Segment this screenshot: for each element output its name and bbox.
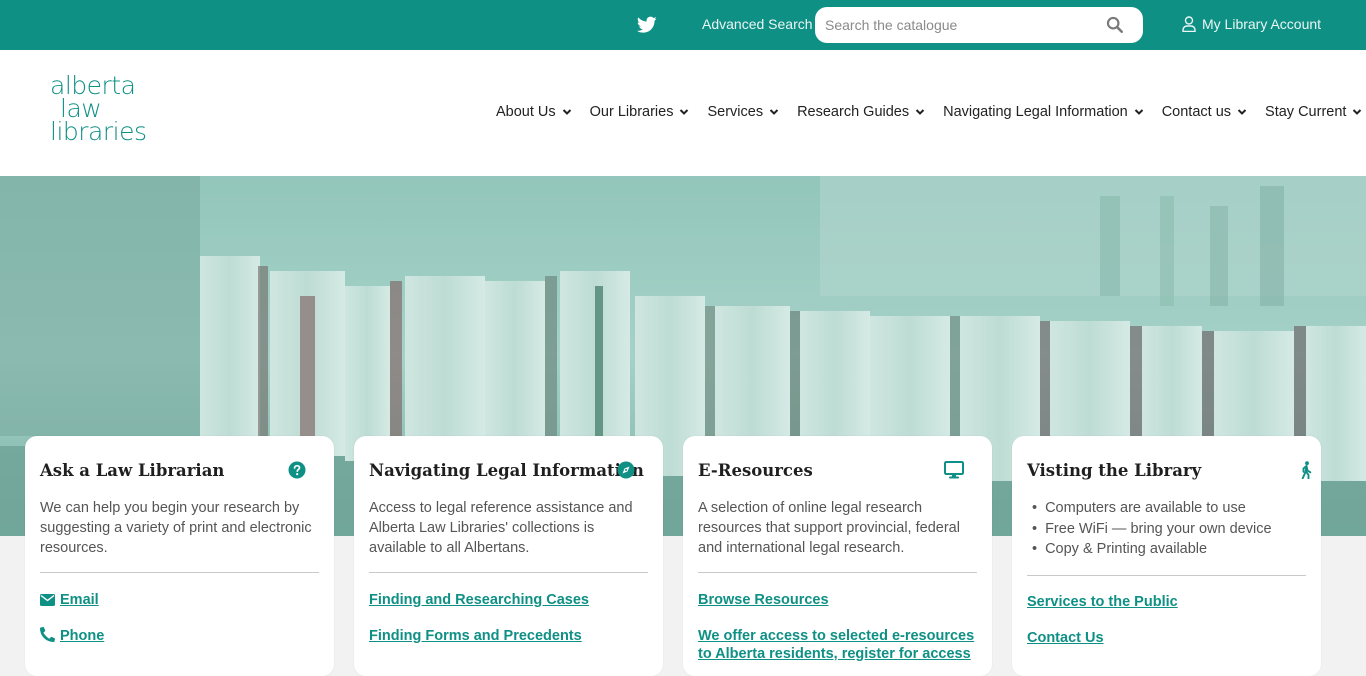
top-bar: Advanced Search My Library Account — [0, 0, 1366, 50]
contact-us-link[interactable]: Contact Us — [1027, 629, 1104, 647]
register-e-resources-link[interactable]: We offer access to selected e-resources … — [698, 627, 980, 663]
walking-person-icon — [1301, 461, 1312, 479]
card-navigating-legal-information: Navigating Legal Information Access to l… — [354, 436, 663, 676]
question-circle-icon — [288, 461, 306, 479]
nav-item-our-libraries[interactable]: Our Libraries — [590, 104, 690, 120]
nav-label: Stay Current — [1265, 104, 1347, 120]
compass-icon — [617, 461, 635, 479]
desktop-icon — [944, 461, 964, 479]
card-title: Ask a Law Librarian — [40, 461, 225, 480]
chevron-down-icon — [1353, 109, 1362, 115]
chevron-down-icon — [915, 109, 925, 115]
card-title: E-Resources — [698, 461, 813, 480]
nav-item-contact-us[interactable]: Contact us — [1162, 104, 1247, 120]
account-label: My Library Account — [1202, 16, 1322, 32]
site-header: alberta law libraries About Us Our Libra… — [0, 50, 1366, 176]
my-library-account-link[interactable]: My Library Account — [1182, 16, 1321, 32]
nav-label: About Us — [496, 104, 556, 120]
card-title: Navigating Legal Information — [369, 461, 644, 480]
catalogue-search-input[interactable] — [825, 15, 1095, 35]
link-label: Phone — [60, 628, 105, 644]
list-item: Free WiFi — bring your own device — [1032, 519, 1271, 540]
nav-label: Services — [707, 104, 764, 120]
site-logo[interactable]: alberta law libraries — [50, 73, 147, 146]
nav-label: Navigating Legal Information — [943, 104, 1128, 120]
logo-line-3: libraries — [50, 117, 147, 146]
nav-item-about-us[interactable]: About Us — [496, 104, 572, 120]
card-title: Visting the Library — [1027, 461, 1202, 480]
card-divider — [369, 572, 648, 573]
finding-forms-precedents-link[interactable]: Finding Forms and Precedents — [369, 627, 582, 645]
chevron-down-icon — [1237, 109, 1247, 115]
card-divider — [1027, 575, 1306, 576]
nav-label: Research Guides — [797, 104, 910, 120]
card-ask-a-law-librarian: Ask a Law Librarian We can help you begi… — [25, 436, 334, 676]
chevron-down-icon — [680, 109, 689, 115]
search-icon[interactable] — [1106, 16, 1124, 34]
nav-item-stay-current[interactable]: Stay Current — [1265, 104, 1362, 120]
email-link[interactable]: Email — [40, 591, 99, 609]
list-item: Copy & Printing available — [1032, 539, 1272, 560]
browse-resources-link[interactable]: Browse Resources — [698, 591, 829, 609]
services-to-the-public-link[interactable]: Services to the Public — [1027, 593, 1178, 611]
phone-icon — [40, 626, 56, 642]
chevron-down-icon — [562, 109, 571, 115]
nav-item-services[interactable]: Services — [707, 104, 779, 120]
phone-link[interactable]: Phone — [40, 626, 105, 645]
chevron-down-icon — [769, 109, 779, 115]
nav-item-navigating-legal-information[interactable]: Navigating Legal Information — [943, 104, 1144, 120]
advanced-search-link[interactable]: Advanced Search — [702, 16, 813, 32]
envelope-icon — [40, 594, 55, 606]
card-description: We can help you begin your research by s… — [40, 500, 312, 556]
main-nav: About Us Our Libraries Services Research… — [496, 104, 1362, 120]
card-description: Access to legal reference assistance and… — [369, 500, 633, 556]
catalogue-search-box — [815, 7, 1143, 43]
nav-item-research-guides[interactable]: Research Guides — [797, 104, 925, 120]
visiting-info-list: Computers are available to use Free WiFi… — [1032, 498, 1272, 560]
nav-label: Our Libraries — [589, 104, 674, 120]
card-visiting-the-library: Visting the Library Computers are availa… — [1012, 436, 1321, 676]
card-e-resources: E-Resources A selection of online legal … — [683, 436, 992, 676]
card-divider — [698, 572, 977, 573]
finding-researching-cases-link[interactable]: Finding and Researching Cases — [369, 591, 589, 609]
chevron-down-icon — [1134, 109, 1143, 115]
twitter-icon[interactable] — [637, 15, 657, 35]
list-item: Computers are available to use — [1032, 498, 1272, 519]
card-divider — [40, 572, 319, 573]
nav-label: Contact us — [1161, 104, 1232, 120]
user-icon — [1182, 16, 1196, 32]
link-label: Email — [60, 592, 99, 608]
card-description: A selection of online legal research res… — [698, 500, 960, 556]
